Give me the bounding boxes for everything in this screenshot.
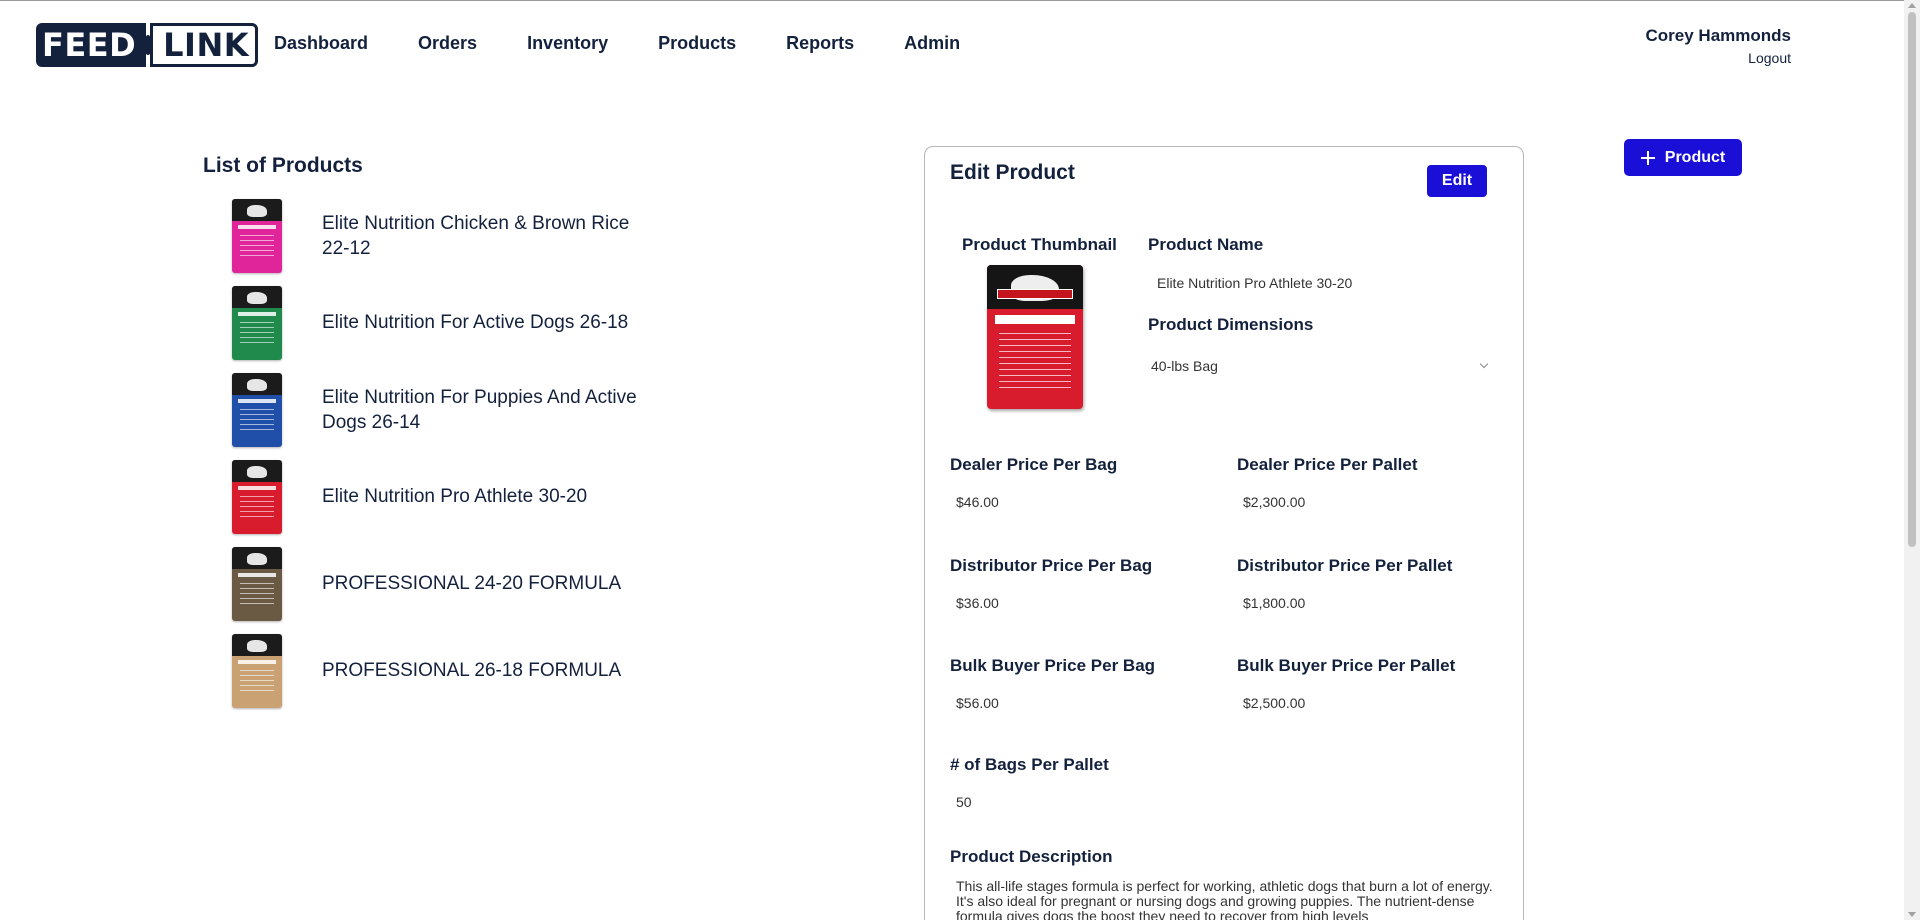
dealer-bag-input[interactable]: $46.00 (956, 494, 999, 510)
edit-button[interactable]: Edit (1427, 165, 1487, 197)
product-list-item[interactable]: Elite Nutrition Pro Athlete 30-20 (232, 453, 652, 540)
bulk-pallet-label: Bulk Buyer Price Per Pallet (1237, 656, 1456, 675)
bag-lines (240, 669, 274, 694)
product-list-item-name: Elite Nutrition For Puppies And Active D… (322, 386, 637, 433)
user-name: Corey Hammonds (1645, 26, 1791, 45)
bag-band (238, 311, 276, 316)
dealer-pallet-input[interactable]: $2,300.00 (1243, 494, 1305, 510)
product-list-item-name: PROFESSIONAL 24-20 FORMULA (322, 573, 622, 594)
product-list-item[interactable]: PROFESSIONAL 26-18 FORMULA (232, 627, 652, 714)
product-list-item[interactable]: PROFESSIONAL 24-20 FORMULA (232, 540, 652, 627)
feedlink-logo[interactable]: FEED LINK (36, 22, 259, 68)
dealer-bag-label: Dealer Price Per Bag (950, 455, 1118, 474)
chevron-down-icon (1479, 359, 1489, 369)
scroll-up-arrow-icon[interactable] (1908, 3, 1916, 8)
bulk-bag-label: Bulk Buyer Price Per Bag (950, 656, 1156, 675)
distributor-pallet-input[interactable]: $1,800.00 (1243, 595, 1305, 611)
bags-per-pallet-label: # of Bags Per Pallet (950, 755, 1109, 774)
product-list: Elite Nutrition Chicken & Brown Rice 22-… (232, 192, 652, 714)
bag-lines (240, 234, 274, 259)
dog-icon (247, 204, 267, 217)
edit-product-panel: Edit Product Edit Product Thumbnail Prod… (924, 146, 1524, 920)
dog-icon (247, 465, 267, 478)
dog-icon (247, 378, 267, 391)
add-product-label: Product (1664, 148, 1726, 166)
bag-band (238, 572, 276, 577)
product-name-label: Product Name (1148, 235, 1264, 254)
bag-lines (240, 495, 274, 520)
bag-brand-band (997, 289, 1073, 299)
product-list-item[interactable]: Elite Nutrition For Active Dogs 26-18 (232, 279, 652, 366)
main-nav: Dashboard Orders Inventory Products Repo… (274, 33, 1010, 54)
product-list-item-name: PROFESSIONAL 26-18 FORMULA (322, 660, 622, 681)
product-bag-thumbnail (232, 459, 282, 534)
nav-orders[interactable]: Orders (418, 33, 477, 54)
product-bag-thumbnail (232, 546, 282, 621)
bulk-pallet-input[interactable]: $2,500.00 (1243, 695, 1305, 711)
panel-title: Edit Product (950, 161, 1075, 184)
product-bag-thumbnail (232, 285, 282, 360)
product-name-input[interactable]: Elite Nutrition Pro Athlete 30-20 (1157, 275, 1352, 291)
bag-band (238, 485, 276, 490)
app-header: FEED LINK Dashboard Orders Inventory Pro… (0, 0, 1904, 92)
nav-dashboard[interactable]: Dashboard (274, 33, 368, 54)
page-scrollbar[interactable] (1904, 0, 1920, 920)
nav-admin[interactable]: Admin (904, 33, 960, 54)
bag-lines (240, 408, 274, 433)
description-label: Product Description (950, 847, 1113, 866)
product-list-title: List of Products (203, 154, 363, 177)
bag-band (238, 398, 276, 403)
logo-text-feed: FEED (36, 23, 147, 67)
user-menu: Corey Hammonds Logout (1646, 26, 1791, 66)
bulk-bag-input[interactable]: $56.00 (956, 695, 999, 711)
dimensions-selected-value: 40-lbs Bag (1151, 358, 1218, 374)
dog-icon (247, 639, 267, 652)
product-thumbnail-image[interactable] (987, 265, 1083, 409)
product-dimensions-select[interactable]: 40-lbs Bag (1151, 353, 1491, 379)
logout-link[interactable]: Logout (1646, 50, 1791, 66)
product-dimensions-label: Product Dimensions (1148, 315, 1314, 334)
product-bag-thumbnail (232, 372, 282, 447)
scroll-down-arrow-icon[interactable] (1908, 912, 1916, 917)
distributor-pallet-label: Distributor Price Per Pallet (1237, 556, 1453, 575)
product-bag-thumbnail (232, 198, 282, 273)
thumbnail-label: Product Thumbnail (962, 235, 1117, 254)
product-bag-thumbnail (232, 633, 282, 708)
logo-text-link: LINK (150, 23, 259, 67)
dog-icon (247, 291, 267, 304)
bag-lines (240, 321, 274, 346)
product-list-item-name: Elite Nutrition Chicken & Brown Rice 22-… (322, 212, 630, 259)
product-list-item-name: Elite Nutrition For Active Dogs 26-18 (322, 312, 629, 333)
plus-icon (1640, 150, 1655, 165)
product-list-item[interactable]: Elite Nutrition Chicken & Brown Rice 22-… (232, 192, 652, 279)
dog-icon (247, 552, 267, 565)
nav-reports[interactable]: Reports (786, 33, 854, 54)
bags-per-pallet-input[interactable]: 50 (956, 794, 972, 810)
bag-band (238, 659, 276, 664)
dealer-pallet-label: Dealer Price Per Pallet (1237, 455, 1418, 474)
bag-text-lines (999, 333, 1071, 389)
nav-products[interactable]: Products (658, 33, 736, 54)
product-list-item-name: Elite Nutrition Pro Athlete 30-20 (322, 486, 588, 507)
add-product-button[interactable]: Product (1624, 139, 1742, 176)
distributor-bag-input[interactable]: $36.00 (956, 595, 999, 611)
bag-lines (240, 582, 274, 607)
scroll-thumb[interactable] (1908, 12, 1916, 547)
bag-label-band (995, 315, 1075, 324)
nav-inventory[interactable]: Inventory (527, 33, 608, 54)
product-list-item[interactable]: Elite Nutrition For Puppies And Active D… (232, 366, 652, 453)
distributor-bag-label: Distributor Price Per Bag (950, 556, 1153, 575)
description-textarea[interactable]: This all-life stages formula is perfect … (956, 879, 1496, 920)
bag-band (238, 224, 276, 229)
